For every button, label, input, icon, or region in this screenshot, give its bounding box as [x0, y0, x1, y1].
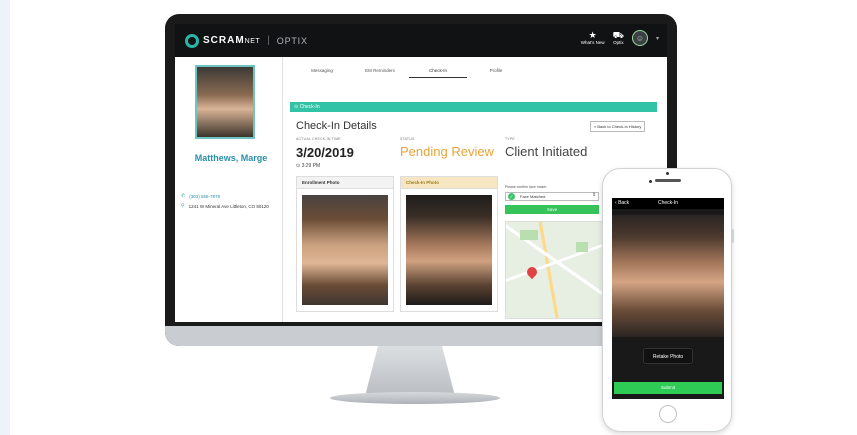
monitor-stand [365, 346, 455, 396]
app-logo[interactable]: SCRAMNET | OPTIX [185, 33, 308, 48]
phone-camera [666, 172, 669, 175]
product-name: OPTIX [276, 35, 308, 46]
phone-speaker [655, 179, 681, 182]
brand-name: SCRAMNET [203, 35, 261, 46]
tab-profile[interactable]: Profile [467, 68, 525, 78]
phone-sensor [649, 180, 652, 183]
phone-icon: ✆ [181, 193, 186, 199]
client-photo [195, 65, 255, 139]
brand-separator: | [267, 35, 270, 46]
car-icon: ⛟ [612, 30, 624, 40]
user-avatar-icon[interactable]: ☺ [631, 30, 648, 46]
whats-new-button[interactable]: ★ What's New [581, 30, 605, 46]
check-in-photo-heading: Check-In Photo [401, 177, 497, 189]
tab-em-reminders[interactable]: EM Reminders [351, 68, 409, 78]
check-in-details-title: Check-In Details [296, 120, 377, 132]
actual-time-label: ACTUAL CHECK-IN TIME [296, 137, 341, 141]
phone-home-button[interactable] [659, 405, 677, 423]
monitor-screen: SCRAMNET | OPTIX ★ What's New ⛟ Optix ☺ … [175, 24, 667, 322]
save-button[interactable]: Save [505, 205, 599, 214]
client-phone[interactable]: ✆ (303) 555-7878 [181, 193, 220, 199]
client-address: ⚲ 1241 W Mineral Ave Littleton, CO 80120 [181, 203, 269, 209]
header-actions: ★ What's New ⛟ Optix ☺ ▾ [581, 30, 659, 46]
enrollment-photo [302, 195, 388, 305]
location-icon: ⚲ [181, 203, 185, 209]
type-label: TYPE [505, 137, 515, 141]
phone-nav-bar: ‹ Back Check-In [612, 198, 724, 209]
check-circle-icon: ✓ [508, 193, 515, 200]
phone-side-button [731, 229, 734, 243]
desktop-monitor: SCRAMNET | OPTIX ★ What's New ⛟ Optix ☺ … [165, 14, 677, 346]
enrollment-photo-heading: Enrollment Photo [297, 177, 393, 189]
phone-selfie-photo [612, 215, 724, 337]
map-park [520, 230, 538, 240]
monitor-chin [165, 326, 677, 346]
optix-button[interactable]: ⛟ Optix [613, 30, 624, 46]
tab-check-in[interactable]: Check-In [409, 68, 467, 78]
mobile-phone: ‹ Back Check-In Retake Photo Submit [602, 168, 734, 432]
confirm-face-label: Please confirm face match: [505, 185, 548, 189]
client-name: Matthews, Marge [194, 153, 268, 163]
check-in-time: ⊙ 3:29 PM [296, 163, 321, 169]
client-profile-panel: Matthews, Marge ✆ (303) 555-7878 ⚲ 1241 … [175, 57, 283, 322]
status-label: STATUS [400, 137, 415, 141]
scram-logo-icon [185, 33, 199, 48]
monitor-stand-base [330, 392, 500, 404]
phone-screen: ‹ Back Check-In Retake Photo Submit [612, 198, 724, 399]
check-in-photo [406, 195, 492, 305]
face-match-select[interactable]: Face Matched [505, 192, 599, 201]
whats-new-label: What's New [580, 40, 605, 45]
address-text: 1241 W Mineral Ave Littleton, CO 80120 [188, 203, 269, 209]
check-in-section-bar: ⊙ Check-In [290, 102, 657, 112]
phone-title: Check-In [657, 200, 678, 206]
app-header: SCRAMNET | OPTIX ★ What's New ⛟ Optix ☺ … [175, 24, 667, 57]
check-in-photo-card: Check-In Photo [400, 176, 498, 312]
optix-label: Optix [613, 40, 624, 45]
profile-tabs: Messaging EM Reminders Check-In Profile [293, 68, 525, 78]
type-value: Client Initiated [505, 144, 588, 159]
phone-text: (303) 555-7878 [189, 193, 220, 199]
select-caret-icon: ⇕ [592, 192, 597, 198]
map-park [576, 242, 588, 252]
submit-button[interactable]: Submit [614, 382, 722, 394]
chevron-down-icon[interactable]: ▾ [656, 35, 659, 42]
back-to-history-button[interactable]: « Back to Check-In History [590, 121, 646, 132]
product-showcase: SCRAMNET | OPTIX ★ What's New ⛟ Optix ☺ … [10, 0, 857, 435]
tab-messaging[interactable]: Messaging [293, 68, 351, 78]
star-icon: ★ [588, 30, 597, 40]
enrollment-photo-card: Enrollment Photo [296, 176, 394, 312]
check-in-date: 3/20/2019 [296, 145, 354, 160]
retake-photo-button[interactable]: Retake Photo [643, 348, 693, 364]
status-value: Pending Review [400, 144, 494, 159]
